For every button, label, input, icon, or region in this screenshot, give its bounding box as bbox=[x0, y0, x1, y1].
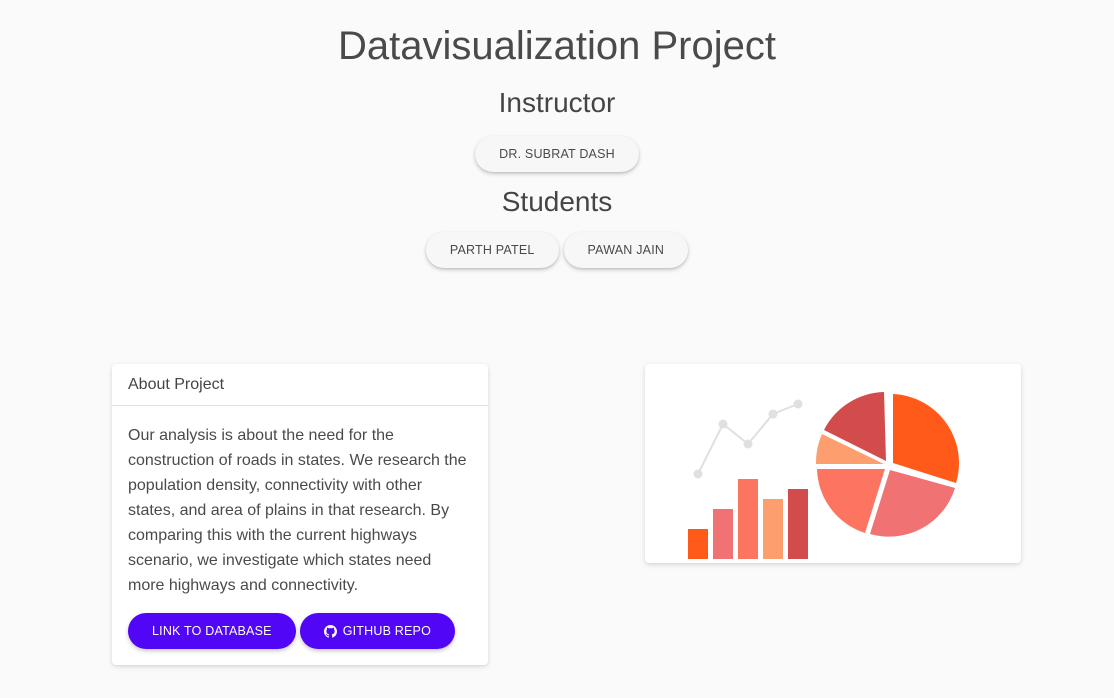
illustration-bar bbox=[713, 509, 733, 559]
illustration-bar bbox=[763, 499, 783, 559]
illustration-line bbox=[697, 403, 799, 475]
page-title: Datavisualization Project bbox=[338, 24, 776, 68]
illustration-point bbox=[718, 419, 728, 429]
student-chip-parth[interactable]: PARTH PATEL bbox=[425, 232, 559, 268]
instructor-chip[interactable]: DR. SUBRAT DASH bbox=[475, 136, 639, 172]
github-repo-label: GITHUB REPO bbox=[342, 624, 432, 638]
illustration-bar bbox=[688, 529, 708, 559]
illustration-point bbox=[743, 439, 753, 449]
illustration-point bbox=[793, 399, 803, 409]
instructor-heading: Instructor bbox=[498, 87, 616, 118]
illustration-pie bbox=[815, 392, 959, 537]
charts-illustration bbox=[688, 392, 959, 559]
illustration-bar bbox=[738, 479, 758, 559]
illustration-point bbox=[693, 469, 703, 479]
illustration-slice bbox=[893, 394, 959, 483]
about-card-heading: About Project bbox=[112, 364, 488, 406]
about-description: Our analysis is about the need for the c… bbox=[128, 427, 467, 594]
github-icon bbox=[323, 624, 337, 638]
about-actions: LINK TO DATABASE GITHUB REPO bbox=[128, 613, 456, 649]
page: Datavisualization Project Instructor DR.… bbox=[0, 0, 1114, 698]
illustration-slice bbox=[870, 470, 955, 537]
student-chip-pawan[interactable]: PAWAN JAIN bbox=[563, 232, 689, 268]
instructor-chips: DR. SUBRAT DASH bbox=[0, 136, 1114, 172]
illustration-card bbox=[645, 364, 1021, 563]
link-to-database-button[interactable]: LINK TO DATABASE bbox=[128, 613, 296, 649]
illustration-point bbox=[768, 409, 778, 419]
students-chips: PARTH PATEL PAWAN JAIN bbox=[0, 232, 1114, 268]
github-repo-button[interactable]: GITHUB REPO bbox=[299, 613, 456, 649]
about-project-card: About Project Our analysis is about the … bbox=[112, 364, 488, 665]
link-to-database-label: LINK TO DATABASE bbox=[152, 624, 272, 638]
illustration-bar bbox=[788, 489, 808, 559]
students-heading: Students bbox=[501, 186, 613, 217]
